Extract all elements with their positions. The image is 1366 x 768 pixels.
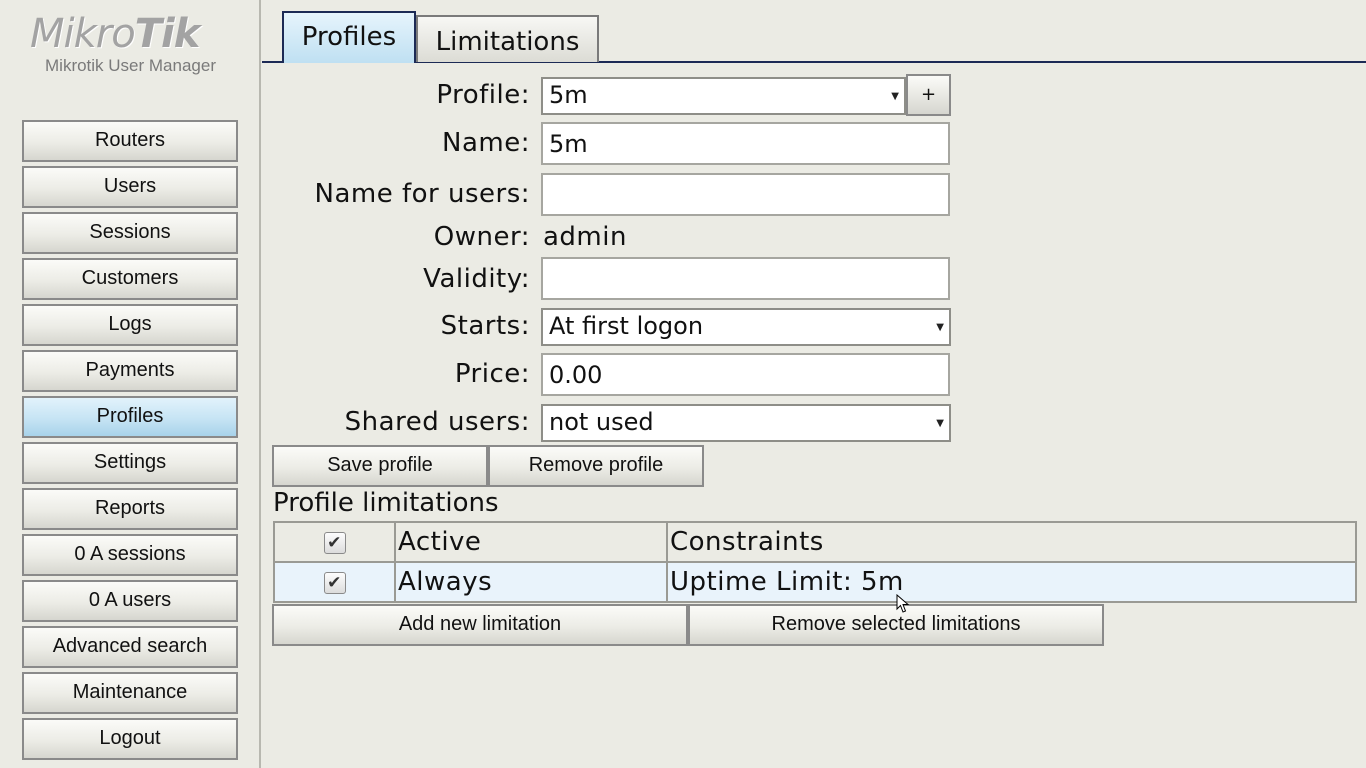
select-all-checkbox[interactable]: ✔ bbox=[323, 531, 346, 554]
mikrotik-logo: MikroTik bbox=[30, 11, 200, 57]
row-select-cell: ✔ bbox=[273, 561, 396, 603]
select-all-cell: ✔ bbox=[273, 521, 396, 563]
app-subtitle: Mikrotik User Manager bbox=[45, 56, 216, 75]
dropdown-arrow-icon: ▼ bbox=[891, 91, 899, 102]
dropdown-arrow-icon: ▼ bbox=[936, 322, 944, 333]
profile-select-value: 5m bbox=[549, 81, 588, 109]
shared-users-select[interactable]: not used ▼ bbox=[541, 404, 951, 442]
nav-sessions-button[interactable]: Sessions bbox=[22, 212, 238, 254]
shared-users-select-value: not used bbox=[549, 408, 654, 436]
name-for-users-label: Name for users: bbox=[314, 179, 530, 209]
add-new-limitation-button[interactable]: Add new limitation bbox=[272, 604, 688, 646]
row-checkbox[interactable]: ✔ bbox=[323, 571, 346, 594]
price-field[interactable] bbox=[541, 353, 950, 396]
nav-active-users-button[interactable]: 0 A users bbox=[22, 580, 238, 622]
tab-bar: Limitations Profiles bbox=[262, 0, 1366, 64]
sidebar: MikroTik Mikrotik User Manager Routers U… bbox=[0, 0, 261, 768]
column-header-active: Active bbox=[394, 521, 668, 563]
nav-settings-button[interactable]: Settings bbox=[22, 442, 238, 484]
price-label: Price: bbox=[454, 359, 530, 389]
validity-field[interactable] bbox=[541, 257, 950, 300]
nav-maintenance-button[interactable]: Maintenance bbox=[22, 672, 238, 714]
profile-limitations-title: Profile limitations bbox=[273, 488, 499, 518]
mouse-cursor-icon bbox=[896, 594, 910, 613]
nav-routers-button[interactable]: Routers bbox=[22, 120, 238, 162]
table-row[interactable]: ✔ Always Uptime Limit: 5m bbox=[273, 561, 1357, 603]
nav-users-button[interactable]: Users bbox=[22, 166, 238, 208]
starts-label: Starts: bbox=[440, 311, 530, 341]
checkmark-icon: ✔ bbox=[327, 532, 342, 553]
starts-select-value: At first logon bbox=[549, 312, 704, 340]
table-header-row: ✔ Active Constraints bbox=[273, 521, 1357, 563]
starts-select[interactable]: At first logon ▼ bbox=[541, 308, 951, 346]
row-active-cell: Always bbox=[394, 561, 668, 603]
name-for-users-field[interactable] bbox=[541, 173, 950, 216]
shared-users-label: Shared users: bbox=[344, 407, 530, 437]
tab-limitations[interactable]: Limitations bbox=[416, 15, 599, 62]
limitations-table: ✔ Active Constraints ✔ Always Uptime Lim… bbox=[273, 521, 1357, 603]
checkmark-icon: ✔ bbox=[327, 572, 342, 593]
nav-reports-button[interactable]: Reports bbox=[22, 488, 238, 530]
row-constraints-cell: Uptime Limit: 5m bbox=[666, 561, 1357, 603]
nav-customers-button[interactable]: Customers bbox=[22, 258, 238, 300]
remove-profile-button[interactable]: Remove profile bbox=[488, 445, 704, 487]
nav-logs-button[interactable]: Logs bbox=[22, 304, 238, 346]
validity-label: Validity: bbox=[423, 264, 530, 294]
nav-logout-button[interactable]: Logout bbox=[22, 718, 238, 760]
name-label: Name: bbox=[442, 128, 530, 158]
owner-label: Owner: bbox=[433, 222, 530, 252]
column-header-constraints: Constraints bbox=[666, 521, 1357, 563]
name-field[interactable] bbox=[541, 122, 950, 165]
nav-advanced-search-button[interactable]: Advanced search bbox=[22, 626, 238, 668]
profile-select[interactable]: 5m ▼ bbox=[541, 77, 906, 115]
tab-profiles[interactable]: Profiles bbox=[282, 11, 416, 63]
owner-value: admin bbox=[543, 222, 627, 252]
dropdown-arrow-icon: ▼ bbox=[936, 418, 944, 429]
nav-active-sessions-button[interactable]: 0 A sessions bbox=[22, 534, 238, 576]
nav-profiles-button[interactable]: Profiles bbox=[22, 396, 238, 438]
nav-payments-button[interactable]: Payments bbox=[22, 350, 238, 392]
add-profile-button[interactable]: + bbox=[906, 74, 951, 116]
profile-label: Profile: bbox=[436, 80, 530, 110]
save-profile-button[interactable]: Save profile bbox=[272, 445, 488, 487]
